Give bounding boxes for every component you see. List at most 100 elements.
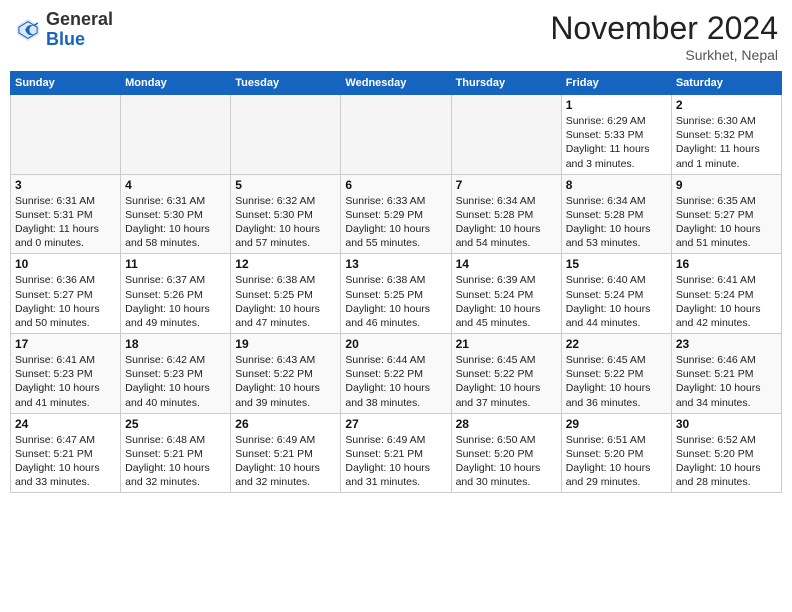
calendar-table: SundayMondayTuesdayWednesdayThursdayFrid… (10, 71, 782, 493)
weekday-header: Wednesday (341, 72, 451, 95)
day-number: 17 (15, 337, 116, 351)
day-number: 15 (566, 257, 667, 271)
day-number: 10 (15, 257, 116, 271)
day-info: Sunrise: 6:47 AM Sunset: 5:21 PM Dayligh… (15, 433, 116, 490)
logo-general-text: General (46, 9, 113, 29)
day-number: 3 (15, 178, 116, 192)
day-info: Sunrise: 6:46 AM Sunset: 5:21 PM Dayligh… (676, 353, 777, 410)
month-title: November 2024 (550, 10, 778, 47)
day-info: Sunrise: 6:33 AM Sunset: 5:29 PM Dayligh… (345, 194, 446, 251)
day-info: Sunrise: 6:29 AM Sunset: 5:33 PM Dayligh… (566, 114, 667, 171)
day-number: 28 (456, 417, 557, 431)
calendar-cell: 27 Sunrise: 6:49 AM Sunset: 5:21 PM Dayli… (341, 413, 451, 493)
calendar-cell: 20 Sunrise: 6:44 AM Sunset: 5:22 PM Dayli… (341, 334, 451, 414)
calendar-cell: 10 Sunrise: 6:36 AM Sunset: 5:27 PM Dayli… (11, 254, 121, 334)
day-info: Sunrise: 6:43 AM Sunset: 5:22 PM Dayligh… (235, 353, 336, 410)
calendar-cell (451, 95, 561, 175)
calendar-cell: 21Sunrise: 6:45 AM Sunset: 5:22 PM Dayli… (451, 334, 561, 414)
day-number: 1 (566, 98, 667, 112)
day-info: Sunrise: 6:32 AM Sunset: 5:30 PM Dayligh… (235, 194, 336, 251)
day-number: 4 (125, 178, 226, 192)
calendar-week-row: 1 Sunrise: 6:29 AM Sunset: 5:33 PM Daylig… (11, 95, 782, 175)
day-info: Sunrise: 6:31 AM Sunset: 5:31 PM Dayligh… (15, 194, 116, 251)
day-number: 24 (15, 417, 116, 431)
day-number: 7 (456, 178, 557, 192)
calendar-cell: 17 Sunrise: 6:41 AM Sunset: 5:23 PM Dayli… (11, 334, 121, 414)
page-header: General Blue November 2024 Surkhet, Nepa… (10, 10, 782, 63)
day-number: 14 (456, 257, 557, 271)
calendar-cell: 9Sunrise: 6:35 AM Sunset: 5:27 PM Daylig… (671, 174, 781, 254)
day-info: Sunrise: 6:44 AM Sunset: 5:22 PM Dayligh… (345, 353, 446, 410)
day-number: 29 (566, 417, 667, 431)
calendar-cell: 30Sunrise: 6:52 AM Sunset: 5:20 PM Dayli… (671, 413, 781, 493)
calendar-cell: 4 Sunrise: 6:31 AM Sunset: 5:30 PM Daylig… (121, 174, 231, 254)
calendar-cell: 14 Sunrise: 6:39 AM Sunset: 5:24 PM Dayli… (451, 254, 561, 334)
day-info: Sunrise: 6:45 AM Sunset: 5:22 PM Dayligh… (566, 353, 667, 410)
calendar-cell: 28 Sunrise: 6:50 AM Sunset: 5:20 PM Dayli… (451, 413, 561, 493)
day-number: 25 (125, 417, 226, 431)
day-number: 5 (235, 178, 336, 192)
calendar-cell: 8 Sunrise: 6:34 AM Sunset: 5:28 PM Daylig… (561, 174, 671, 254)
weekday-header: Sunday (11, 72, 121, 95)
calendar-cell: 2Sunrise: 6:30 AM Sunset: 5:32 PM Daylig… (671, 95, 781, 175)
calendar-cell: 7 Sunrise: 6:34 AM Sunset: 5:28 PM Daylig… (451, 174, 561, 254)
day-info: Sunrise: 6:34 AM Sunset: 5:28 PM Dayligh… (456, 194, 557, 251)
logo-blue-text: Blue (46, 29, 85, 49)
weekday-header: Friday (561, 72, 671, 95)
day-number: 8 (566, 178, 667, 192)
day-info: Sunrise: 6:42 AM Sunset: 5:23 PM Dayligh… (125, 353, 226, 410)
day-info: Sunrise: 6:48 AM Sunset: 5:21 PM Dayligh… (125, 433, 226, 490)
calendar-cell: 24 Sunrise: 6:47 AM Sunset: 5:21 PM Dayli… (11, 413, 121, 493)
day-info: Sunrise: 6:38 AM Sunset: 5:25 PM Dayligh… (345, 273, 446, 330)
day-number: 19 (235, 337, 336, 351)
weekday-header: Thursday (451, 72, 561, 95)
calendar-cell: 6 Sunrise: 6:33 AM Sunset: 5:29 PM Daylig… (341, 174, 451, 254)
day-info: Sunrise: 6:49 AM Sunset: 5:21 PM Dayligh… (345, 433, 446, 490)
day-number: 6 (345, 178, 446, 192)
day-info: Sunrise: 6:31 AM Sunset: 5:30 PM Dayligh… (125, 194, 226, 251)
calendar-cell: 12Sunrise: 6:38 AM Sunset: 5:25 PM Dayli… (231, 254, 341, 334)
weekday-header: Tuesday (231, 72, 341, 95)
calendar-week-row: 10 Sunrise: 6:36 AM Sunset: 5:27 PM Dayli… (11, 254, 782, 334)
day-info: Sunrise: 6:38 AM Sunset: 5:25 PM Dayligh… (235, 273, 336, 330)
day-info: Sunrise: 6:34 AM Sunset: 5:28 PM Dayligh… (566, 194, 667, 251)
day-number: 27 (345, 417, 446, 431)
logo-icon (14, 16, 42, 44)
day-info: Sunrise: 6:50 AM Sunset: 5:20 PM Dayligh… (456, 433, 557, 490)
day-number: 16 (676, 257, 777, 271)
calendar-cell: 16 Sunrise: 6:41 AM Sunset: 5:24 PM Dayli… (671, 254, 781, 334)
day-info: Sunrise: 6:45 AM Sunset: 5:22 PM Dayligh… (456, 353, 557, 410)
day-number: 22 (566, 337, 667, 351)
day-number: 13 (345, 257, 446, 271)
calendar-cell (341, 95, 451, 175)
calendar-cell: 1 Sunrise: 6:29 AM Sunset: 5:33 PM Daylig… (561, 95, 671, 175)
calendar-cell: 25 Sunrise: 6:48 AM Sunset: 5:21 PM Dayli… (121, 413, 231, 493)
day-info: Sunrise: 6:49 AM Sunset: 5:21 PM Dayligh… (235, 433, 336, 490)
calendar-cell (231, 95, 341, 175)
day-info: Sunrise: 6:39 AM Sunset: 5:24 PM Dayligh… (456, 273, 557, 330)
day-info: Sunrise: 6:41 AM Sunset: 5:23 PM Dayligh… (15, 353, 116, 410)
logo: General Blue (14, 10, 113, 50)
day-info: Sunrise: 6:41 AM Sunset: 5:24 PM Dayligh… (676, 273, 777, 330)
day-number: 18 (125, 337, 226, 351)
day-number: 2 (676, 98, 777, 112)
day-number: 11 (125, 257, 226, 271)
calendar-header-row: SundayMondayTuesdayWednesdayThursdayFrid… (11, 72, 782, 95)
calendar-cell: 11 Sunrise: 6:37 AM Sunset: 5:26 PM Dayli… (121, 254, 231, 334)
day-number: 9 (676, 178, 777, 192)
day-info: Sunrise: 6:37 AM Sunset: 5:26 PM Dayligh… (125, 273, 226, 330)
day-info: Sunrise: 6:36 AM Sunset: 5:27 PM Dayligh… (15, 273, 116, 330)
day-info: Sunrise: 6:40 AM Sunset: 5:24 PM Dayligh… (566, 273, 667, 330)
title-block: November 2024 Surkhet, Nepal (550, 10, 778, 63)
calendar-week-row: 17 Sunrise: 6:41 AM Sunset: 5:23 PM Dayli… (11, 334, 782, 414)
calendar-cell: 3 Sunrise: 6:31 AM Sunset: 5:31 PM Daylig… (11, 174, 121, 254)
day-number: 23 (676, 337, 777, 351)
day-number: 30 (676, 417, 777, 431)
weekday-header: Monday (121, 72, 231, 95)
calendar-cell: 15 Sunrise: 6:40 AM Sunset: 5:24 PM Dayli… (561, 254, 671, 334)
day-number: 20 (345, 337, 446, 351)
day-number: 26 (235, 417, 336, 431)
calendar-cell (121, 95, 231, 175)
weekday-header: Saturday (671, 72, 781, 95)
calendar-cell: 5 Sunrise: 6:32 AM Sunset: 5:30 PM Daylig… (231, 174, 341, 254)
